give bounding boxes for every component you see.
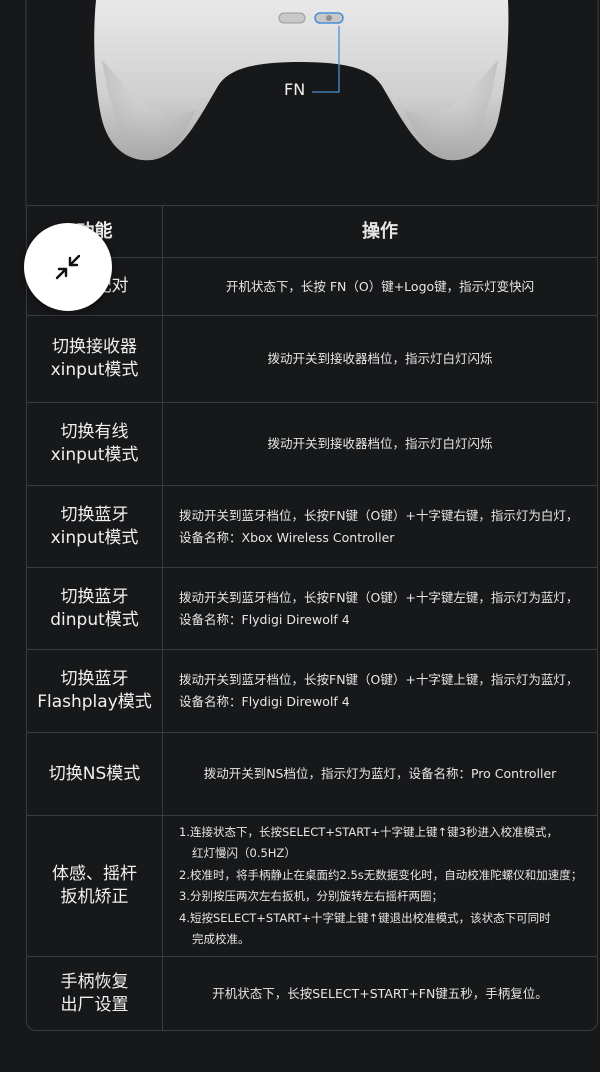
table-row: 进入配对 开机状态下，长按 FN（O）键+Logo键，指示灯变快闪	[27, 257, 597, 315]
row-function: 切换蓝牙 xinput模式	[27, 486, 163, 567]
row-function: 切换NS模式	[27, 733, 163, 815]
header-operation: 操作	[362, 220, 398, 242]
controller-image: FN	[0, 0, 600, 205]
table-row: 切换接收器 xinput模式 拨动开关到接收器档位，指示灯白灯闪烁	[27, 315, 597, 402]
row-function: 体感、摇杆 扳机矫正	[27, 816, 163, 956]
table-row: 切换蓝牙 Flashplay模式 拨动开关到蓝牙档位，长按FN键（O键）+十字键上…	[27, 649, 597, 732]
table-row: 手柄恢复 出厂设置 开机状态下，长按SELECT+START+FN键五秒，手柄复位…	[27, 956, 597, 1031]
row-operation: 拨动开关到蓝牙档位，长按FN键（O键）+十字键左键，指示灯为蓝灯， 设备名称：Fl…	[179, 589, 579, 627]
row-function: 切换蓝牙 Flashplay模式	[27, 650, 163, 732]
row-operation: 开机状态下，长按SELECT+START+FN键五秒，手柄复位。	[212, 986, 548, 1001]
row-operation: 1.连接状态下，长按SELECT+START+十字键上键↑键3秒进入校准模式， …	[179, 824, 583, 947]
controller-illustration	[25, 0, 599, 205]
collapse-button[interactable]	[24, 223, 112, 311]
row-operation: 拨动开关到接收器档位，指示灯白灯闪烁	[267, 351, 493, 366]
row-function: 切换接收器 xinput模式	[27, 316, 163, 402]
row-function: 切换蓝牙 dinput模式	[27, 568, 163, 649]
row-function: 切换有线 xinput模式	[27, 403, 163, 485]
collapse-arrows-icon	[55, 254, 81, 280]
row-operation: 拨动开关到蓝牙档位，长按FN键（O键）+十字键上键，指示灯为蓝灯， 设备名称：Fl…	[179, 672, 579, 709]
row-operation: 拨动开关到蓝牙档位，长按FN键（O键）+十字键右键，指示灯为白灯， 设备名称：Xb…	[179, 507, 579, 545]
row-operation: 开机状态下，长按 FN（O）键+Logo键，指示灯变快闪	[225, 278, 535, 294]
fn-callout-label: FN	[284, 80, 306, 99]
table-row: 切换有线 xinput模式 拨动开关到接收器档位，指示灯白灯闪烁	[27, 402, 597, 485]
row-operation: 拨动开关到NS档位，指示灯为蓝灯，设备名称：Pro Controller	[203, 766, 557, 781]
table-header-row: 功能 操作	[27, 205, 597, 257]
table-row: 体感、摇杆 扳机矫正 1.连接状态下，长按SELECT+START+十字键上键↑键…	[27, 815, 597, 956]
table-row: 切换NS模式 拨动开关到NS档位，指示灯为蓝灯，设备名称：Pro Control…	[27, 732, 597, 815]
function-table: 功能 操作 进入配对 开机状态下，长按 FN（O）键+Logo键，指示灯变快闪 …	[26, 205, 598, 1031]
row-operation: 拨动开关到接收器档位，指示灯白灯闪烁	[267, 436, 493, 451]
row-function: 手柄恢复 出厂设置	[27, 957, 163, 1031]
table-row: 切换蓝牙 dinput模式 拨动开关到蓝牙档位，长按FN键（O键）+十字键左键，指…	[27, 567, 597, 649]
table-row: 切换蓝牙 xinput模式 拨动开关到蓝牙档位，长按FN键（O键）+十字键右键，指…	[27, 485, 597, 567]
